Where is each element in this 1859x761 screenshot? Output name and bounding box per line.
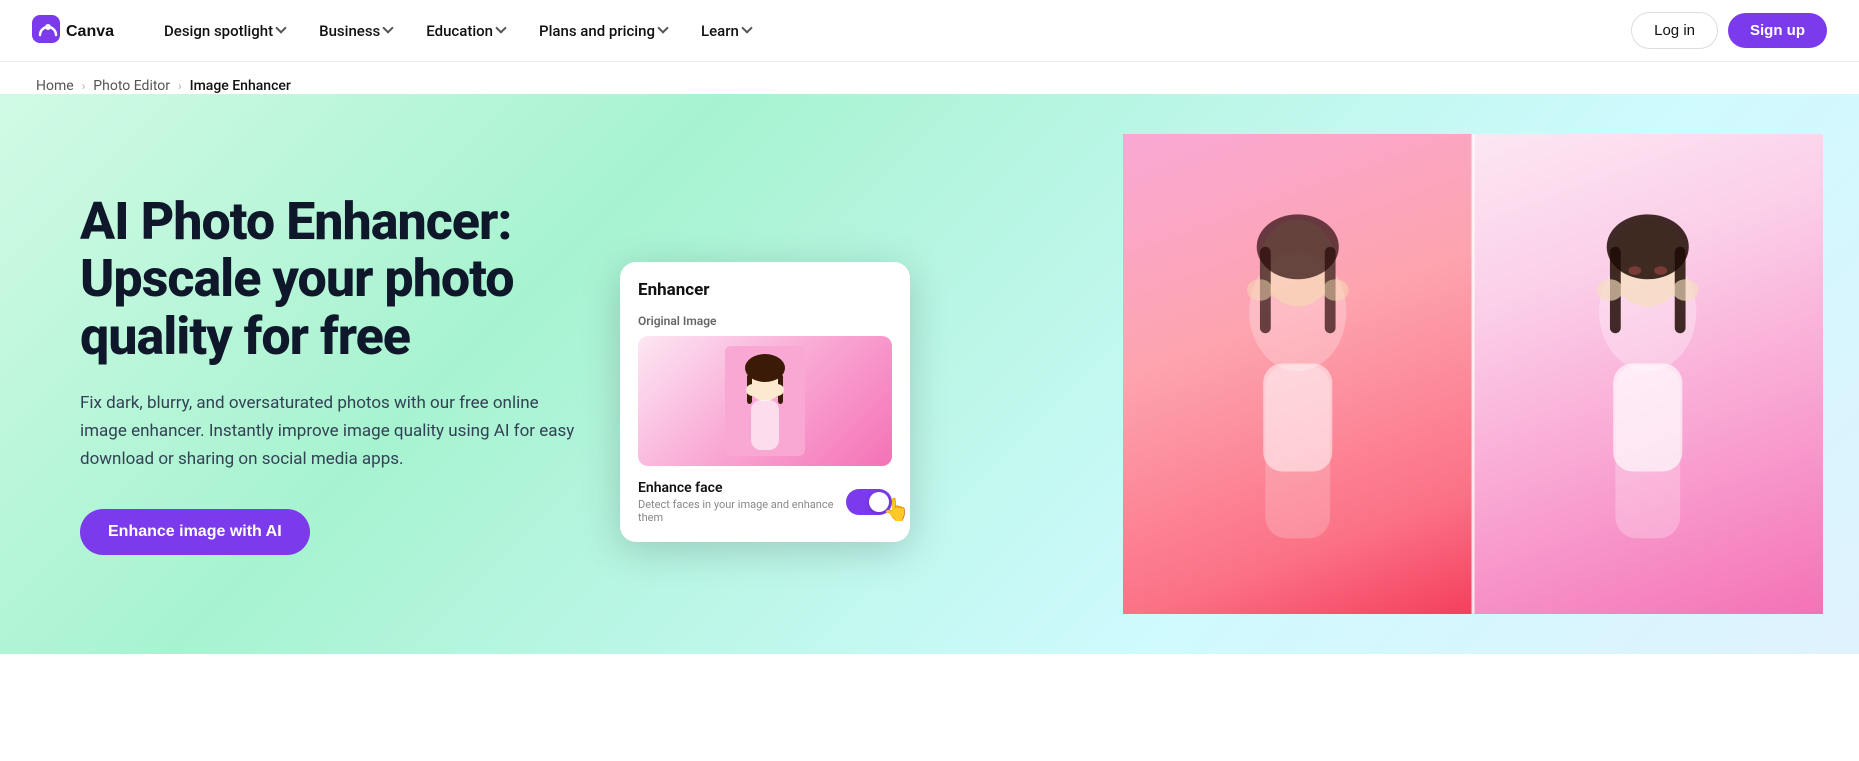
hero-section: AI Photo Enhancer: Upscale your photo qu… bbox=[0, 94, 1859, 654]
signup-button[interactable]: Sign up bbox=[1728, 13, 1827, 48]
enhancer-card: Enhancer Original Image bbox=[620, 262, 910, 542]
chevron-down-icon bbox=[659, 28, 669, 34]
photo-original-half bbox=[1123, 134, 1473, 614]
hero-title: AI Photo Enhancer: Upscale your photo qu… bbox=[80, 193, 660, 365]
nav-item-design-spotlight[interactable]: Design spotlight bbox=[150, 14, 301, 48]
nav-actions: Log in Sign up bbox=[1631, 12, 1827, 49]
nav-item-education[interactable]: Education bbox=[412, 14, 521, 48]
breadcrumb-home[interactable]: Home bbox=[36, 78, 74, 94]
hero-content: AI Photo Enhancer: Upscale your photo qu… bbox=[80, 193, 660, 555]
main-nav: Canva Design spotlight Business Educatio… bbox=[0, 0, 1859, 62]
nav-links: Design spotlight Business Education Plan… bbox=[150, 14, 1631, 48]
breadcrumb-photo-editor[interactable]: Photo Editor bbox=[93, 78, 170, 94]
breadcrumb-sep-1: › bbox=[82, 79, 86, 93]
enhance-face-sublabel: Detect faces in your image and enhance t… bbox=[638, 498, 846, 524]
chevron-down-icon bbox=[277, 28, 287, 34]
photo-enhanced-half bbox=[1473, 134, 1823, 614]
login-button[interactable]: Log in bbox=[1631, 12, 1718, 49]
card-thumb-inner bbox=[725, 346, 805, 456]
breadcrumb: Home › Photo Editor › Image Enhancer bbox=[0, 62, 1859, 94]
chevron-down-icon bbox=[497, 28, 507, 34]
svg-text:Canva: Canva bbox=[66, 23, 114, 40]
nav-item-business[interactable]: Business bbox=[305, 14, 408, 48]
enhancer-card-title: Enhancer bbox=[638, 280, 892, 300]
canva-logo[interactable]: Canva bbox=[32, 15, 122, 47]
photo-comparison-divider bbox=[1472, 134, 1475, 614]
nav-item-learn[interactable]: Learn bbox=[687, 14, 767, 48]
chevron-down-icon bbox=[384, 28, 394, 34]
nav-item-plans-pricing[interactable]: Plans and pricing bbox=[525, 14, 683, 48]
enhance-face-label: Enhance face bbox=[638, 480, 846, 496]
chevron-down-icon bbox=[743, 28, 753, 34]
card-original-thumbnail bbox=[638, 336, 892, 466]
cursor-hand-icon: 👆 bbox=[883, 498, 910, 523]
card-section-label: Original Image bbox=[638, 314, 892, 328]
hero-description: Fix dark, blurry, and oversaturated phot… bbox=[80, 389, 580, 473]
breadcrumb-sep-2: › bbox=[178, 79, 182, 93]
hero-visual: Enhancer Original Image bbox=[660, 134, 1823, 614]
breadcrumb-current: Image Enhancer bbox=[190, 78, 291, 94]
girl-silhouette-original bbox=[1149, 182, 1447, 614]
girl-silhouette-enhanced bbox=[1499, 182, 1797, 614]
thumbnail-girl bbox=[725, 346, 805, 456]
enhance-face-toggle-row: Enhance face Detect faces in your image … bbox=[638, 480, 892, 524]
hero-photo-comparison bbox=[1123, 134, 1823, 614]
enhance-face-label-group: Enhance face Detect faces in your image … bbox=[638, 480, 846, 524]
enhance-cta-button[interactable]: Enhance image with AI bbox=[80, 509, 310, 555]
